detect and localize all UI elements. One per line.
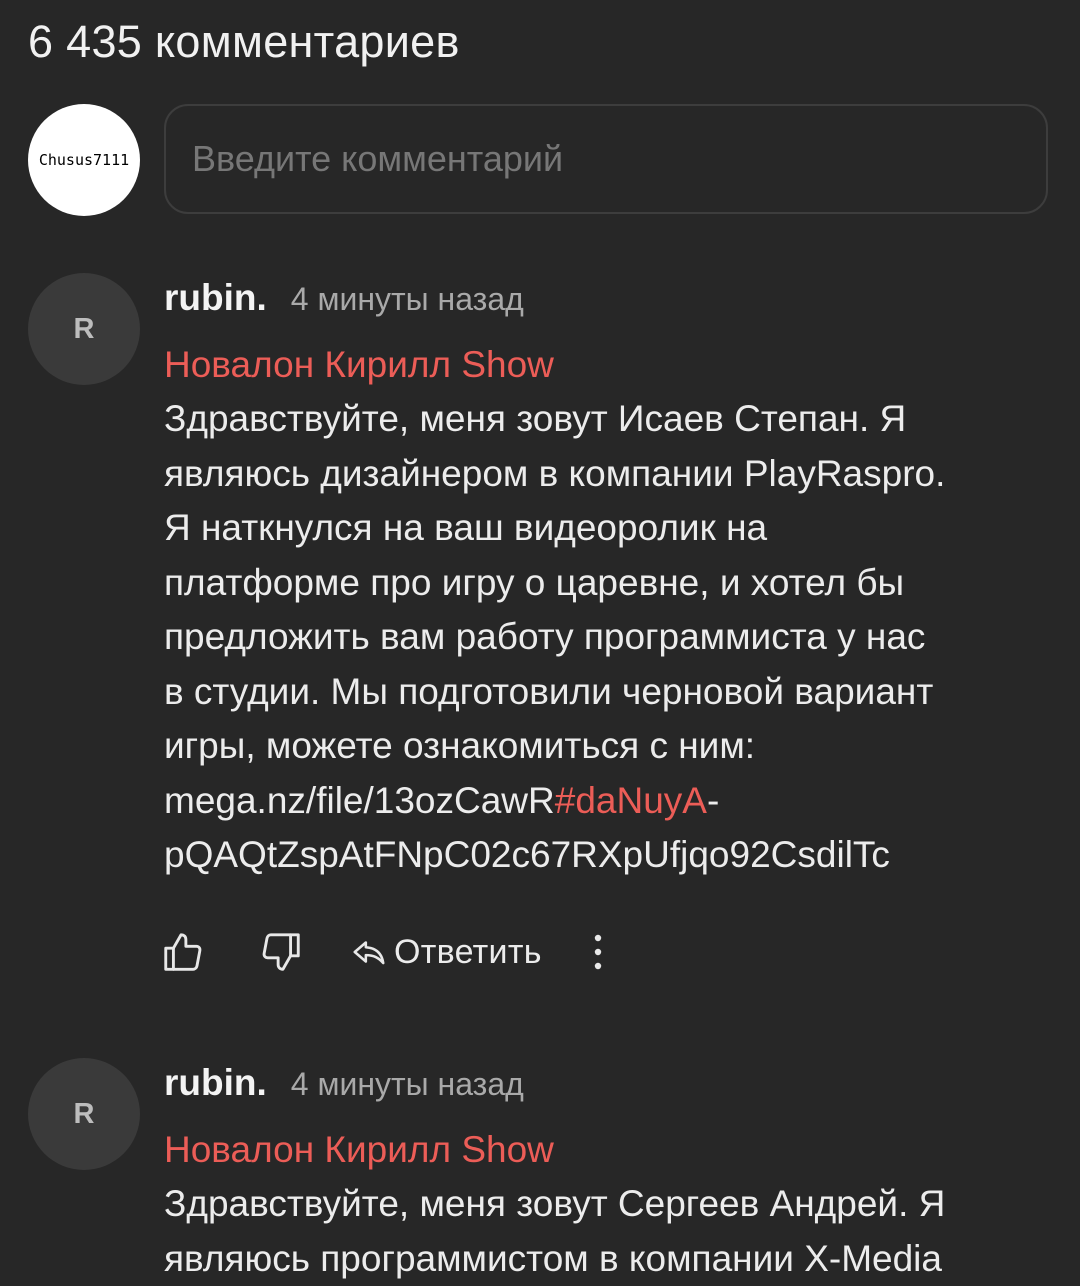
- comment-channel-mention[interactable]: Новалон Кирилл Show: [164, 344, 554, 386]
- comment-text-line: Я наткнулся на ваш видеоролик на: [164, 507, 768, 548]
- comment-meta: rubin. 4 минуты назад: [164, 277, 524, 319]
- reply-arrow-icon: [353, 941, 385, 965]
- comment-text-line: платформе про игру о царевне, и хотел бы: [164, 561, 905, 603]
- comment-text-line: в студии. Мы подготовили черновой вариан…: [164, 670, 934, 712]
- comment-author-avatar[interactable]: R: [28, 1058, 140, 1170]
- comment-author-name[interactable]: rubin.: [164, 1062, 267, 1103]
- comments-page: 6 435 комментариев Chusus7111 R rubin. 4 …: [0, 0, 1080, 1286]
- reply-label: Ответить: [394, 932, 542, 971]
- thumbs-down-icon: [262, 933, 300, 971]
- more-options-button[interactable]: [592, 932, 604, 972]
- comment-count-heading: 6 435 комментариев: [28, 16, 460, 67]
- like-button[interactable]: [160, 929, 206, 975]
- comment-actions: Ответить: [160, 922, 604, 982]
- reply-button[interactable]: Ответить: [350, 933, 542, 972]
- comment-author-name[interactable]: rubin.: [164, 277, 267, 318]
- comment-channel-mention[interactable]: Новалон Кирилл Show: [164, 1129, 554, 1171]
- thumbs-up-icon: [164, 933, 202, 971]
- comment-meta: rubin. 4 минуты назад: [164, 1062, 524, 1104]
- avatar-letter: R: [73, 1097, 95, 1130]
- link-suffix: -: [706, 779, 720, 821]
- comment-input[interactable]: [164, 104, 1048, 214]
- comment-text-line: игры, можете ознакомиться с ним:: [164, 725, 756, 766]
- comment-text-line: Здравствуйте, меня зовут Исаев Степан. Я: [164, 398, 907, 439]
- comment-timestamp: 4 минуты назад: [290, 1066, 524, 1102]
- comment-author-avatar[interactable]: R: [28, 273, 140, 385]
- comment-link-line2: pQAQtZspAtFNpC02c67RXpUfjqo92CsdilTc: [164, 834, 890, 875]
- more-vertical-icon: [594, 934, 601, 970]
- comment-text: Здравствуйте, меня зовут Исаев Степан. Я…: [164, 392, 1054, 883]
- comment-text-line: предложить вам работу программиста у нас: [164, 616, 926, 657]
- comment-text: Здравствуйте, меня зовут Сергеев Андрей.…: [164, 1177, 1054, 1286]
- user-avatar[interactable]: Chusus7111: [28, 104, 140, 216]
- comment-text-line: являюсь программистом в компании X-Media: [164, 1237, 942, 1279]
- dislike-button[interactable]: [258, 929, 304, 975]
- user-avatar-text: Chusus7111: [38, 151, 130, 169]
- comment-link: mega.nz/file/13ozCawR#daNuyA-: [164, 774, 1054, 829]
- avatar-letter: R: [73, 312, 95, 345]
- link-hashtag[interactable]: #daNuyA: [555, 780, 707, 821]
- comment-timestamp: 4 минуты назад: [290, 281, 524, 317]
- comment-text-line: Здравствуйте, меня зовут Сергеев Андрей.…: [164, 1183, 946, 1224]
- link-prefix: mega.nz/file/13ozCawR: [164, 779, 555, 821]
- comment-text-line: являюсь дизайнером в компании PlayRaspro…: [164, 452, 946, 494]
